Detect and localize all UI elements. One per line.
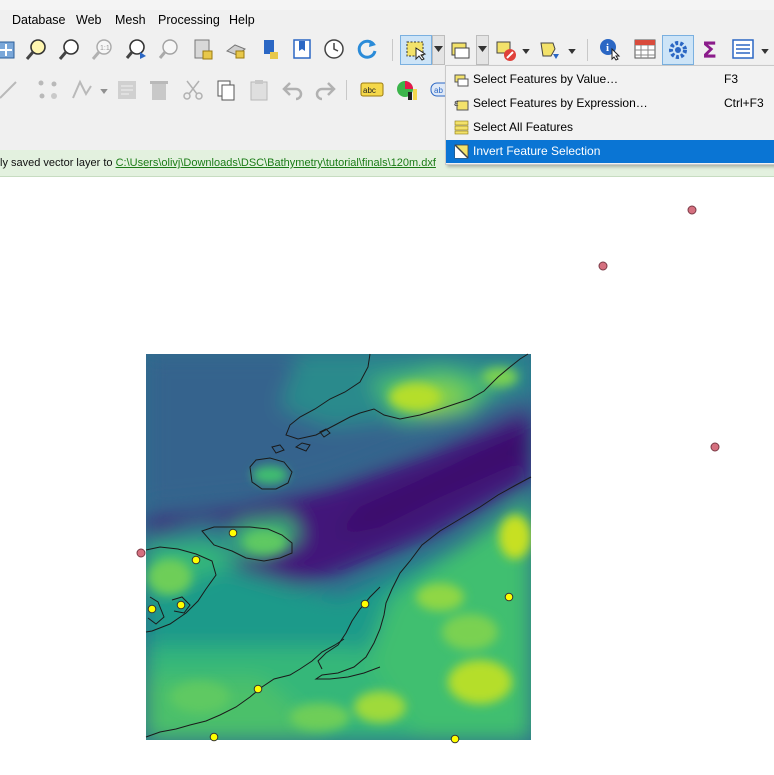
menu-database[interactable]: Database	[12, 12, 66, 28]
paste-features-icon[interactable]	[247, 78, 271, 102]
svg-text:1:1: 1:1	[100, 45, 110, 52]
saved-layer-link[interactable]: C:\Users\olivj\Downloads\DSC\Bathymetry\…	[116, 157, 436, 169]
select-by-value-icon	[454, 74, 469, 87]
menu-item-label: Select Features by Value…	[473, 72, 619, 86]
delete-selected-icon[interactable]	[147, 78, 171, 102]
map-point[interactable]	[228, 528, 238, 538]
chevron-down-icon[interactable]	[568, 49, 576, 54]
toolbar-separator	[587, 39, 588, 61]
menu-select-by-expression[interactable]: ε Select Features by Expression… Ctrl+F3	[446, 92, 774, 115]
node-tool-icon[interactable]	[70, 78, 94, 102]
redo-icon[interactable]	[313, 78, 337, 102]
temporal-controller-icon[interactable]	[258, 37, 282, 61]
toolbar-separator	[346, 80, 347, 100]
menu-bar: Database Web Mesh Processing Help	[0, 10, 774, 30]
map-point[interactable]	[191, 555, 201, 565]
cut-features-icon[interactable]	[181, 78, 205, 102]
zoom-last-icon[interactable]	[290, 37, 314, 61]
menu-help[interactable]: Help	[229, 12, 255, 28]
map-point[interactable]	[598, 261, 608, 271]
pan-to-selection-icon[interactable]	[0, 38, 18, 62]
show-bookmarks-icon[interactable]	[224, 37, 248, 61]
map-point[interactable]	[136, 548, 146, 558]
processing-toolbox-button[interactable]	[662, 35, 694, 65]
undo-icon[interactable]	[281, 78, 305, 102]
statistics-sigma-icon[interactable]: Σ	[699, 37, 723, 61]
map-point[interactable]	[147, 604, 157, 614]
select-by-value-dropdown-arrow[interactable]	[476, 35, 489, 65]
zoom-native-icon[interactable]: 1:1	[91, 37, 115, 61]
zoom-to-layer-icon[interactable]	[158, 37, 182, 61]
svg-text:ab: ab	[434, 86, 443, 95]
map-point[interactable]	[687, 205, 697, 215]
identify-icon[interactable]: i	[598, 37, 622, 61]
menu-item-label: Select All Features	[473, 120, 574, 134]
diagram-icon[interactable]	[395, 78, 419, 102]
select-by-value-icon[interactable]	[449, 38, 473, 62]
select-features-dropdown-arrow[interactable]	[432, 35, 445, 65]
chevron-down-icon[interactable]	[522, 49, 530, 54]
zoom-in-icon[interactable]	[25, 37, 49, 61]
save-edits-icon[interactable]	[115, 78, 139, 102]
toolbar-separator	[392, 39, 393, 61]
menu-processing[interactable]: Processing	[158, 12, 220, 28]
map-svg[interactable]	[0, 177, 774, 775]
select-by-expression-icon: ε	[454, 97, 469, 111]
svg-text:i: i	[606, 42, 609, 54]
chevron-down-icon[interactable]	[761, 49, 769, 54]
menu-item-label: Select Features by Expression…	[473, 96, 648, 110]
map-point[interactable]	[360, 599, 370, 609]
chevron-down-icon	[434, 46, 443, 52]
zoom-to-selection-icon[interactable]	[125, 37, 149, 61]
refresh-icon[interactable]	[355, 37, 379, 61]
chevron-down-icon[interactable]	[100, 89, 108, 94]
menu-select-by-value[interactable]: Select Features by Value… F3	[446, 68, 774, 91]
menu-item-shortcut: Ctrl+F3	[724, 96, 764, 110]
svg-text:ε: ε	[454, 97, 459, 109]
map-point[interactable]	[209, 732, 219, 742]
svg-text:abc: abc	[363, 86, 376, 95]
menu-mesh[interactable]: Mesh	[115, 12, 146, 28]
new-bookmark-icon[interactable]	[191, 37, 215, 61]
zoom-out-icon[interactable]	[58, 37, 82, 61]
menu-invert-selection[interactable]: Invert Feature Selection	[446, 140, 774, 163]
menu-select-all[interactable]: Select All Features	[446, 116, 774, 139]
digitize-icon[interactable]	[0, 78, 20, 102]
select-all-icon	[454, 120, 469, 135]
processing-toolbox-icon	[669, 41, 687, 59]
map-point[interactable]	[253, 684, 263, 694]
menu-item-shortcut: F3	[724, 72, 739, 86]
select-features-icon	[406, 41, 427, 61]
map-point[interactable]	[710, 442, 720, 452]
deselect-icon[interactable]	[494, 39, 518, 63]
vertex-tool-icon[interactable]	[36, 78, 60, 102]
attribute-table-icon[interactable]	[633, 37, 657, 61]
map-point[interactable]	[176, 600, 186, 610]
message-text: ly saved vector layer to C:\Users\olivj\…	[0, 157, 436, 169]
menu-web[interactable]: Web	[76, 12, 101, 28]
map-navigation-toolbar: 1:1 i Σ	[0, 30, 774, 70]
select-features-dropdown-menu: Select Features by Value… F3 ε Select Fe…	[445, 65, 774, 165]
zoom-next-icon[interactable]	[322, 37, 346, 61]
map-canvas[interactable]	[0, 177, 774, 775]
chevron-down-icon	[478, 46, 487, 52]
map-point[interactable]	[504, 592, 514, 602]
svg-text:Σ: Σ	[702, 39, 717, 61]
label-abc-icon[interactable]: abc	[360, 78, 384, 102]
open-field-calculator-icon[interactable]	[731, 37, 755, 61]
copy-features-icon[interactable]	[214, 78, 238, 102]
select-by-location-icon[interactable]	[538, 38, 562, 62]
select-features-button[interactable]	[400, 35, 432, 65]
bathymetry-raster	[146, 354, 531, 740]
map-point[interactable]	[450, 734, 460, 744]
invert-selection-icon	[454, 144, 469, 159]
menu-item-label: Invert Feature Selection	[473, 144, 601, 158]
window-top-strip	[0, 0, 774, 10]
message-prefix: ly saved vector layer to	[0, 157, 116, 169]
